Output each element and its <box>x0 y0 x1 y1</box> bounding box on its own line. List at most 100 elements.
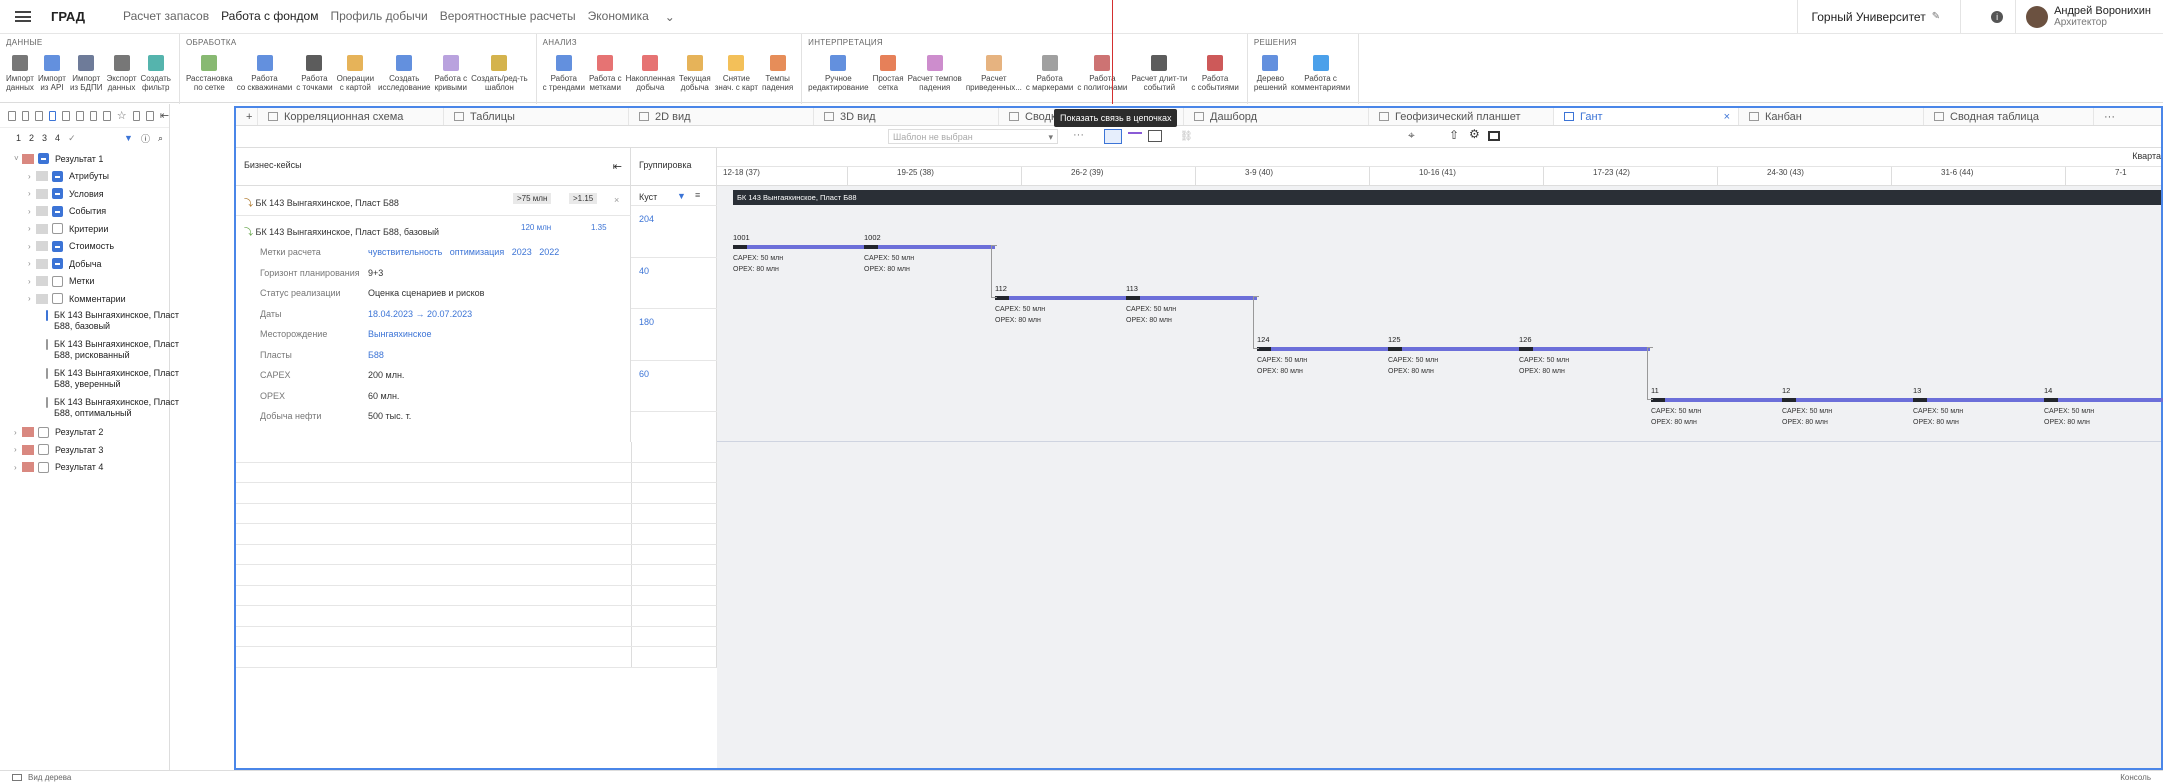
panel-icon[interactable] <box>1488 131 1500 141</box>
checkbox[interactable] <box>52 205 63 217</box>
ribbon-tool-2-5[interactable]: Темпы падения <box>762 50 793 92</box>
level-2[interactable]: 2 <box>29 133 34 143</box>
table-row[interactable] <box>236 647 717 668</box>
checkbox[interactable] <box>38 461 49 473</box>
chevron-icon[interactable]: › <box>28 259 36 268</box>
nav-item-0[interactable]: Расчет запасов <box>117 0 215 33</box>
group-cell[interactable]: 60 <box>631 361 717 412</box>
detail-value[interactable]: Вынгаяхинское <box>368 329 431 339</box>
chevron-icon[interactable]: › <box>14 463 22 472</box>
ribbon-tool-3-4[interactable]: Работа с маркерами <box>1026 50 1073 92</box>
table-row[interactable]: ⤵ БК 143 Вынгаяхинское, Пласт Б88 >75 мл… <box>236 186 631 216</box>
table-row[interactable] <box>236 483 717 504</box>
search-icon[interactable]: ⌕ <box>158 133 163 144</box>
tab-8[interactable]: Канбан <box>1739 108 1924 125</box>
task-bar[interactable] <box>1651 398 1782 402</box>
close-icon[interactable]: × <box>1724 111 1730 123</box>
calc-icon[interactable] <box>89 110 98 121</box>
table-row[interactable] <box>236 462 717 483</box>
org-name[interactable]: Горный Университет <box>1812 10 1926 24</box>
tree-item[interactable]: › События <box>0 203 169 221</box>
checkbox[interactable] <box>46 367 48 379</box>
task-bar[interactable] <box>1913 398 2044 402</box>
nav-item-3[interactable]: Вероятностные расчеты <box>434 0 582 33</box>
detail-value[interactable]: 18.04.2023 → 20.07.2023 <box>368 309 472 319</box>
checkbox[interactable] <box>46 309 56 321</box>
detail-value[interactable]: чувствительность оптимизация 2023 2022 <box>368 247 559 257</box>
tab-0[interactable]: Корреляционная схема <box>258 108 444 125</box>
checkbox[interactable] <box>52 240 63 252</box>
nav-item-2[interactable]: Профиль добычи <box>324 0 433 33</box>
ribbon-tool-0-3[interactable]: Экспорт данных <box>106 50 137 92</box>
ribbon-tool-1-3[interactable]: Операции с картой <box>337 50 374 92</box>
ribbon-tool-0-4[interactable]: Создать фильтр <box>141 50 171 92</box>
chevron-icon[interactable]: › <box>28 172 36 181</box>
level-3[interactable]: 3 <box>42 133 47 143</box>
checkbox[interactable] <box>38 444 49 456</box>
info-icon[interactable]: i <box>1991 10 2004 23</box>
tab-9[interactable]: Сводная таблица <box>1924 108 2094 125</box>
ribbon-tool-1-5[interactable]: Работа с кривыми <box>435 50 467 92</box>
ribbon-tool-1-4[interactable]: Создать исследование <box>378 50 431 92</box>
ribbon-tool-0-0[interactable]: Импорт данных <box>6 50 34 92</box>
task-bar[interactable] <box>995 296 1126 300</box>
tab-5[interactable]: Дашборд <box>1184 108 1369 125</box>
task-bar[interactable] <box>1126 296 1257 300</box>
chevron-down-icon[interactable]: ⌄ <box>665 10 675 24</box>
checkbox[interactable] <box>52 293 63 305</box>
ribbon-tool-3-0[interactable]: Ручное редактирование <box>808 50 869 92</box>
tab-1[interactable]: Таблицы <box>444 108 629 125</box>
tree-case[interactable]: БК 143 Вынгаяхинское, Пласт Б88, уверенн… <box>0 366 179 395</box>
collapse-icon[interactable]: ⇤ <box>613 160 622 173</box>
menu-icon[interactable] <box>15 11 31 22</box>
chain-link-button[interactable] <box>1104 129 1122 144</box>
checkbox[interactable] <box>52 170 63 182</box>
tree-item[interactable]: › Условия <box>0 185 169 203</box>
chevron-icon[interactable]: › <box>28 189 36 198</box>
ribbon-tool-2-4[interactable]: Снятие знач. с карт <box>715 50 758 92</box>
tree-case[interactable]: БК 143 Вынгаяхинское, Пласт Б88, базовый <box>0 308 179 337</box>
info-icon[interactable]: ⓘ <box>141 132 150 145</box>
folder-icon[interactable] <box>132 110 141 121</box>
table-row[interactable] <box>236 442 717 463</box>
task-bar[interactable] <box>733 245 864 249</box>
filter-icon[interactable]: ▼ <box>124 133 133 143</box>
ribbon-tool-3-7[interactable]: Работа с событиями <box>1191 50 1239 92</box>
checkbox[interactable] <box>38 426 49 438</box>
chevron-icon[interactable]: › <box>28 242 36 251</box>
crosshair-icon[interactable]: ⌖ <box>1408 128 1415 143</box>
level-1[interactable]: 1 <box>16 133 21 143</box>
checkbox[interactable] <box>52 223 63 235</box>
tree-case[interactable]: БК 143 Вынгаяхинское, Пласт Б88, рискова… <box>0 337 179 366</box>
filter-icon[interactable] <box>35 110 43 121</box>
checkbox[interactable] <box>52 188 63 200</box>
ribbon-tool-3-2[interactable]: Расчет темпов падения <box>908 50 962 92</box>
ribbon-tool-3-3[interactable]: Расчет приведенных... <box>966 50 1022 92</box>
more-tabs-icon[interactable]: ··· <box>2094 108 2115 125</box>
nav-item-1[interactable]: Работа с фондом <box>215 0 324 33</box>
ribbon-tool-3-1[interactable]: Простая сетка <box>873 50 904 92</box>
task-bar[interactable] <box>1782 398 1913 402</box>
table-row[interactable] <box>236 503 717 524</box>
list-toggle-icon[interactable] <box>1148 130 1162 142</box>
table-row[interactable] <box>236 544 717 565</box>
ribbon-tool-0-2[interactable]: Импорт из БДПИ <box>70 50 102 92</box>
tree-item[interactable]: › Стоимость <box>0 238 169 256</box>
tree-item[interactable]: ˅ Результат 1 <box>0 150 169 168</box>
close-icon[interactable]: × <box>614 195 619 205</box>
chevron-icon[interactable]: › <box>28 294 36 303</box>
ribbon-tool-0-1[interactable]: Импорт из API <box>38 50 66 92</box>
collapse-panel-icon[interactable]: ⇤ <box>160 109 169 122</box>
ribbon-tool-2-0[interactable]: Работа с трендами <box>543 50 585 92</box>
add-tab-button[interactable]: + <box>236 108 258 125</box>
user-info[interactable]: Андрей Воронихин Архитектор <box>2054 5 2151 28</box>
table-row[interactable] <box>236 606 717 627</box>
unlink-icon[interactable]: ⛓ <box>1180 131 1210 142</box>
table-row[interactable] <box>236 626 717 647</box>
ribbon-tool-1-0[interactable]: Расстановка по сетке <box>186 50 233 92</box>
tree-item[interactable]: › Критерии <box>0 220 169 238</box>
group-field[interactable]: Куст ▼ ≡ <box>631 186 717 206</box>
chevron-icon[interactable]: › <box>28 207 36 216</box>
tab-6[interactable]: Геофизический планшет <box>1369 108 1554 125</box>
tree-item[interactable]: › Метки <box>0 273 169 291</box>
